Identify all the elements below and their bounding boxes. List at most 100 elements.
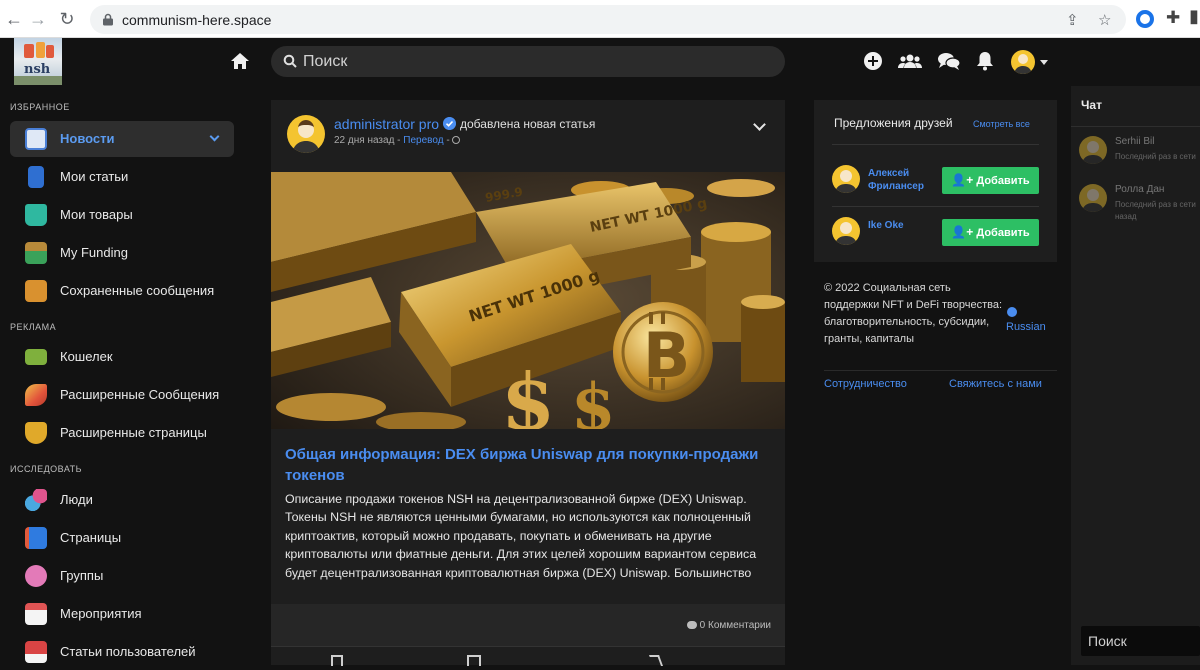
sidebar-item-boosted-pages[interactable]: Расширенные страницы [10,415,234,451]
groups-icon [25,565,47,587]
sidebar-item-people[interactable]: Люди [10,482,234,518]
calendar-icon [25,603,47,625]
messages-icon[interactable] [937,50,961,72]
author-name-link[interactable]: administrator pro [334,116,439,132]
news-icon [25,128,47,150]
language-label: Russian [1006,321,1046,333]
sidebar-item-my-funding[interactable]: My Funding [10,235,234,271]
extension-circle-icon[interactable] [1136,10,1154,28]
forward-arrow-icon[interactable]: → [28,9,48,29]
see-all-link[interactable]: Смотреть все [973,119,1030,129]
contact-us-link[interactable]: Свяжитесь с нами [949,378,1042,390]
comment-icon[interactable] [467,655,481,666]
post-image[interactable]: NET WT 1000 g 999.9 NET WT 1000 g B $ $ [271,172,785,429]
trophy-icon [25,422,47,444]
divider [1071,126,1200,127]
user-articles-icon [25,641,47,663]
language-selector[interactable]: Russian [1006,307,1046,333]
add-friend-button[interactable]: 👤+ Добавить [942,219,1039,246]
friend-name-link[interactable]: Алексей Фрилансер [868,167,938,193]
friend-avatar[interactable] [832,217,860,245]
reload-icon[interactable]: ↻ [57,9,77,29]
chat-user-status: Последний раз в сети [1115,152,1196,161]
saved-box-icon [25,280,47,302]
sidebar-item-events[interactable]: Мероприятия [10,596,234,632]
search-bar[interactable] [271,46,785,77]
sidebar-item-boosted-posts[interactable]: Расширенные Сообщения [10,377,234,413]
sidebar-item-pages[interactable]: Страницы [10,520,234,556]
friend-suggestions-card: Предложения друзей Смотреть все Алексей … [814,100,1057,262]
post-meta: 22 дня назад - Перевод - [334,135,461,146]
post-action-text: добавлена новая статья [460,117,596,131]
sidebar-item-groups[interactable]: Группы [10,558,234,594]
cooperation-link[interactable]: Сотрудничество [824,378,907,390]
friend-avatar[interactable] [832,165,860,193]
chat-panel: Чат Serhii Bil Последний раз в сети Ролл… [1071,86,1200,665]
post-time[interactable]: 22 дня назад [334,135,394,146]
address-bar[interactable]: communism-here.space ⇪ ☆ [90,5,1126,34]
post-title-link[interactable]: Общая информация: DEX биржа Uniswap для … [285,444,771,486]
search-icon [283,54,297,68]
sidebar-item-label: Кошелек [60,349,113,364]
chat-user-avatar [1079,136,1107,164]
chat-user-item[interactable]: Ролла Дан Последний раз в сети назад [1079,180,1200,221]
sidebar-item-label: Группы [60,568,104,583]
sidebar-item-label: Расширенные Сообщения [60,387,220,402]
add-user-icon: 👤+ [951,173,974,187]
search-input[interactable] [303,50,773,73]
post-card: administrator pro добавлена новая статья… [271,100,785,666]
url-text: communism-here.space [122,12,272,28]
shopping-bag-icon [25,204,47,226]
chevron-down-icon[interactable] [209,131,220,142]
share-icon[interactable]: ⇪ [1066,11,1079,29]
bookmark-star-icon[interactable]: ☆ [1098,11,1111,29]
bell-icon[interactable] [974,50,996,72]
post-options-chevron-icon[interactable] [753,118,766,131]
extensions-puzzle-icon[interactable]: ✚ [1166,8,1180,28]
friend-name-link[interactable]: Ike Oke [868,219,938,232]
sidebar-item-wallet[interactable]: Кошелек [10,339,234,375]
chat-user-status: Последний раз в сети назад [1115,200,1196,221]
translate-link[interactable]: Перевод [403,135,443,146]
author-avatar[interactable] [287,115,325,153]
chat-user-name: Serhii Bil [1115,136,1155,147]
flag-icon [25,527,47,549]
chat-user-item[interactable]: Serhii Bil Последний раз в сети [1079,132,1200,172]
sidebar-item-label: Статьи пользователей [60,644,196,659]
sidebar-item-my-articles[interactable]: Мои статьи [10,159,234,195]
sidebar-section-explore: ИССЛЕДОВАТЬ [10,464,83,474]
user-avatar[interactable] [1011,50,1035,74]
share-arrow-icon[interactable] [648,655,664,666]
chat-search-input[interactable] [1088,631,1196,651]
comments-count-label: 0 Комментарии [699,620,771,631]
funding-icon [25,242,47,264]
add-friend-button[interactable]: 👤+ Добавить [942,167,1039,194]
post-description: Описание продажи токенов NSH на децентра… [285,492,757,580]
sidebar-item-label: Расширенные страницы [60,425,207,440]
friends-icon[interactable] [898,50,922,72]
sidebar-item-label: Мои статьи [60,169,129,184]
globe-icon [1007,307,1017,317]
articles-icon [28,166,44,188]
account-menu-caret-icon[interactable] [1040,60,1048,65]
globe-icon [452,136,461,144]
sidebar-item-saved-messages[interactable]: Сохраненные сообщения [10,273,234,309]
site-logo[interactable]: nsh [14,38,62,85]
like-icon[interactable] [331,655,343,666]
sidebar-item-news[interactable]: Новости [10,121,234,157]
add-friend-label: Добавить [976,175,1030,187]
create-plus-icon[interactable] [862,50,884,72]
comments-count[interactable]: 0 Комментарии [686,620,771,631]
sidebar-section-advertising: РЕКЛАМА [10,322,57,332]
chat-search-box[interactable] [1081,626,1200,656]
home-icon[interactable] [230,52,250,70]
sidebar-item-my-products[interactable]: Мои товары [10,197,234,233]
meta-separator: - [394,135,404,146]
sidebar-item-label: Страницы [60,530,122,545]
post-actions-bar [271,646,785,666]
chat-user-name: Ролла Дан [1115,184,1165,195]
copyright-text: © 2022 Социальная сеть поддержки NFT и D… [824,282,1003,345]
back-arrow-icon[interactable]: ← [4,9,24,29]
people-icon [25,489,47,511]
profile-menu-icon[interactable]: ▮ [1189,6,1199,27]
